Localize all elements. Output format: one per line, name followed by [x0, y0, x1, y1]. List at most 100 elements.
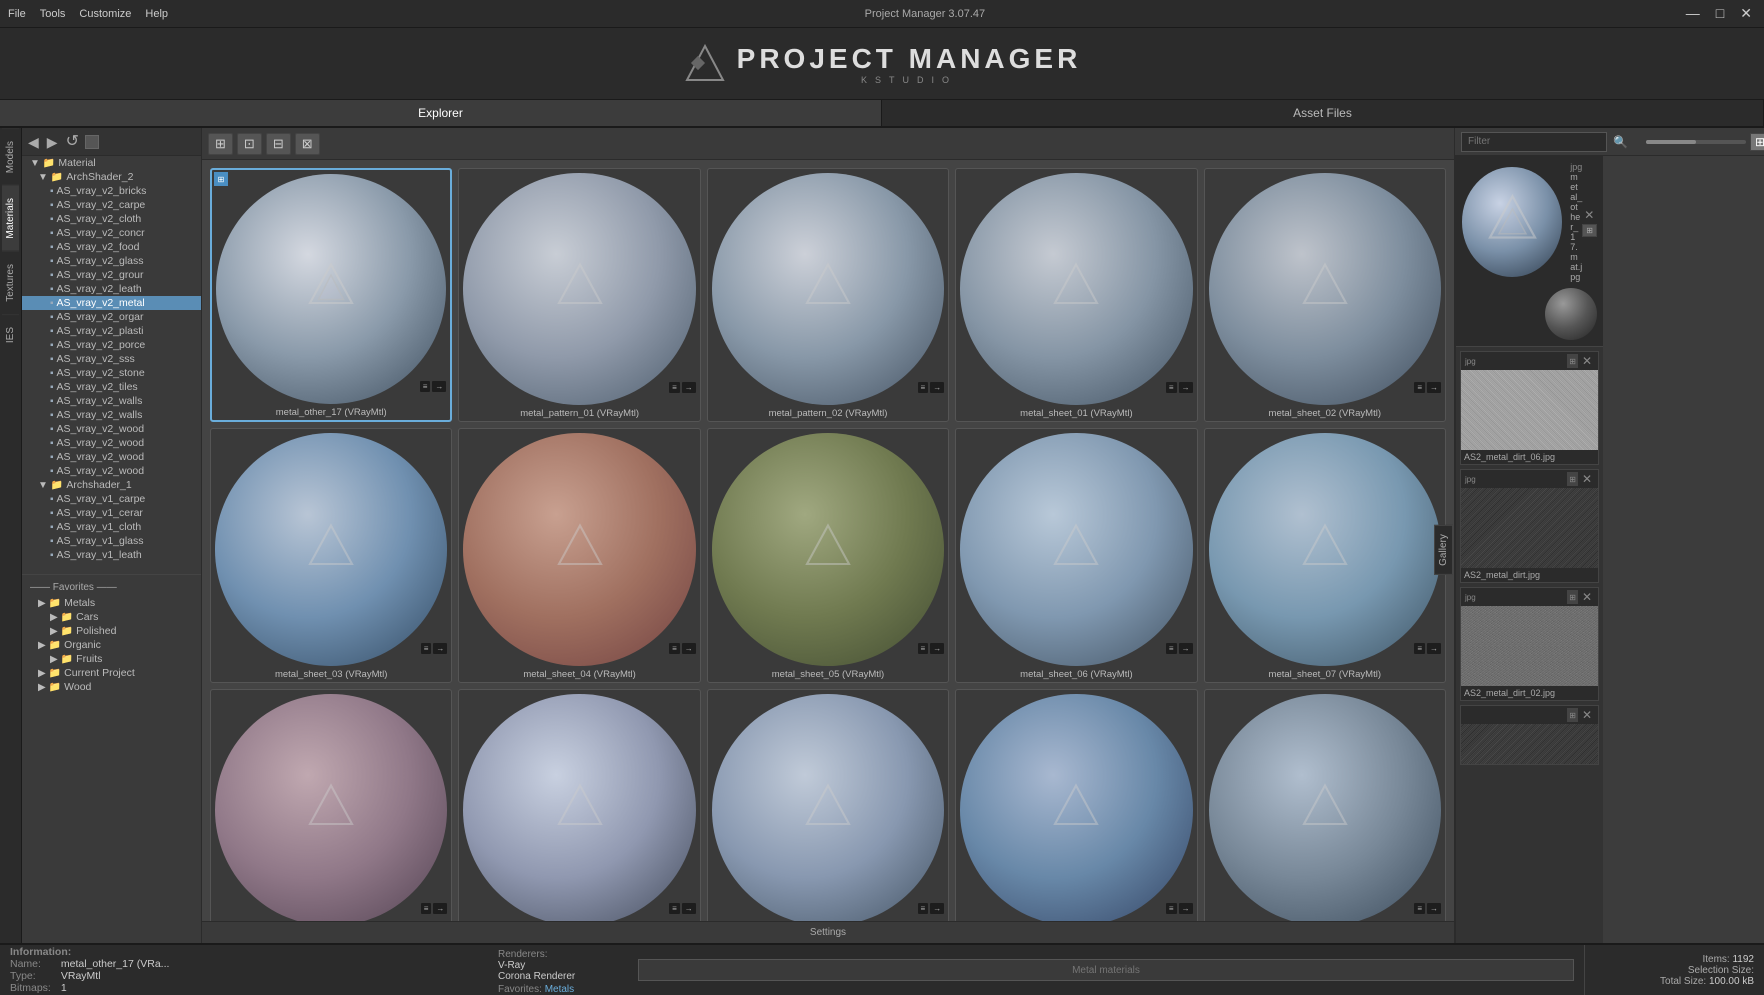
tree-walls2[interactable]: ▪ AS_vray_v2_walls: [22, 408, 201, 422]
tree-v1glass[interactable]: ▪ AS_vray_v1_glass: [22, 534, 201, 548]
menu-help[interactable]: Help: [145, 8, 168, 20]
tree-wood1[interactable]: ▪ AS_vray_v2_wood: [22, 422, 201, 436]
card-menu-2[interactable]: ≡: [918, 382, 929, 393]
material-card-7[interactable]: ≡→ metal_sheet_05 (VRayMtl): [707, 428, 949, 682]
sidebar-tab-textures[interactable]: Textures: [2, 251, 19, 314]
card-menu-14[interactable]: ≡: [1414, 903, 1425, 914]
tree-wood4[interactable]: ▪ AS_vray_v2_wood: [22, 464, 201, 478]
card-menu-4[interactable]: ≡: [1414, 382, 1425, 393]
card-arrow-9[interactable]: →: [1427, 643, 1441, 654]
card-arrow-11[interactable]: →: [682, 903, 696, 914]
gallery-item-3[interactable]: jpg ⊞ ✕ AS2_metal_dirt_02.jpg: [1460, 587, 1599, 701]
card-arrow-2[interactable]: →: [930, 382, 944, 393]
tab-asset-files[interactable]: Asset Files: [882, 100, 1764, 126]
status-favorites-value[interactable]: Metals: [545, 984, 574, 995]
material-card-0[interactable]: ⊞ ≡ → metal_other_17 (VRayMtl): [210, 168, 452, 422]
nav-back-btn[interactable]: ◀: [26, 133, 41, 151]
tree-archshader2[interactable]: ▼ 📁 ArchShader_2: [22, 170, 201, 184]
filter-input[interactable]: [1461, 132, 1607, 152]
tree-bricks[interactable]: ▪ AS_vray_v2_bricks: [22, 184, 201, 198]
material-card-2[interactable]: ≡→ metal_pattern_02 (VRayMtl): [707, 168, 949, 422]
tree-fav-fruits[interactable]: ▶ 📁 Fruits: [22, 652, 201, 666]
card-arrow-6[interactable]: →: [682, 643, 696, 654]
card-arrow-4[interactable]: →: [1427, 382, 1441, 393]
material-card-4[interactable]: ≡→ metal_sheet_02 (VRayMtl): [1204, 168, 1446, 422]
tree-food[interactable]: ▪ AS_vray_v2_food: [22, 240, 201, 254]
nav-forward-btn[interactable]: ▶: [45, 133, 60, 151]
tree-v1carpet[interactable]: ▪ AS_vray_v1_carpe: [22, 492, 201, 506]
tree-fav-organic[interactable]: ▶ 📁 Organic: [22, 638, 201, 652]
nav-home-icon[interactable]: [85, 135, 99, 149]
gallery-item-1-close[interactable]: ✕: [1580, 354, 1594, 368]
sidebar-tab-materials[interactable]: Materials: [2, 185, 19, 251]
slider-track[interactable]: [1646, 140, 1746, 144]
card-arrow-7[interactable]: →: [930, 643, 944, 654]
tree-glass[interactable]: ▪ AS_vray_v2_glass: [22, 254, 201, 268]
grid-view-btn[interactable]: ⊞: [1750, 133, 1764, 151]
gallery-item-2-grid-btn[interactable]: ⊞: [1567, 472, 1578, 486]
gallery-item-3-close[interactable]: ✕: [1580, 590, 1594, 604]
material-card-8[interactable]: ≡→ metal_sheet_06 (VRayMtl): [955, 428, 1197, 682]
tree-walls1[interactable]: ▪ AS_vray_v2_walls: [22, 394, 201, 408]
material-card-5[interactable]: ≡→ metal_sheet_03 (VRayMtl): [210, 428, 452, 682]
tree-archshader1[interactable]: ▼ 📁 Archshader_1: [22, 478, 201, 492]
gallery-tab[interactable]: Gallery: [1434, 525, 1453, 575]
tree-cloth[interactable]: ▪ AS_vray_v2_cloth: [22, 212, 201, 226]
minimize-btn[interactable]: —: [1682, 5, 1704, 22]
card-arrow-13[interactable]: →: [1179, 903, 1193, 914]
card-arrow-1[interactable]: →: [682, 382, 696, 393]
tree-organic[interactable]: ▪ AS_vray_v2_orgar: [22, 310, 201, 324]
card-menu-3[interactable]: ≡: [1166, 382, 1177, 393]
gallery-item-2-close[interactable]: ✕: [1580, 472, 1594, 486]
tree-v1cloth[interactable]: ▪ AS_vray_v1_cloth: [22, 520, 201, 534]
gallery-item-4[interactable]: ⊞ ✕: [1460, 705, 1599, 765]
tab-explorer[interactable]: Explorer: [0, 100, 882, 126]
tree-wood2[interactable]: ▪ AS_vray_v2_wood: [22, 436, 201, 450]
card-arrow-5[interactable]: →: [433, 643, 447, 654]
card-menu-0[interactable]: ≡: [420, 381, 431, 392]
status-search-input[interactable]: [638, 959, 1574, 981]
tree-metal[interactable]: ▪ AS_vray_v2_metal: [22, 296, 201, 310]
card-arrow-8[interactable]: →: [1179, 643, 1193, 654]
sidebar-tab-ies[interactable]: IES: [2, 314, 19, 355]
material-card-12[interactable]: ≡→ metal_sheet_10 (VRayMtl): [707, 689, 949, 921]
tree-ground[interactable]: ▪ AS_vray_v2_grour: [22, 268, 201, 282]
tree-fav-current[interactable]: ▶ 📁 Current Project: [22, 666, 201, 680]
material-card-11[interactable]: ≡→ metal_sheet_09 (VRayMtl): [458, 689, 700, 921]
tree-carpet[interactable]: ▪ AS_vray_v2_carpe: [22, 198, 201, 212]
gallery-item-4-close[interactable]: ✕: [1580, 708, 1594, 722]
tree-tiles[interactable]: ▪ AS_vray_v2_tiles: [22, 380, 201, 394]
preview-grid-btn[interactable]: ⊞: [1582, 224, 1597, 237]
gallery-item-1[interactable]: jpg ⊞ ✕ AS2_metal_dirt_06.jpg: [1460, 351, 1599, 465]
card-menu-10[interactable]: ≡: [421, 903, 432, 914]
nav-refresh-btn[interactable]: ↺: [64, 132, 81, 152]
card-arrow-0[interactable]: →: [432, 381, 446, 392]
gallery-item-4-grid-btn[interactable]: ⊞: [1567, 708, 1578, 722]
card-menu-8[interactable]: ≡: [1166, 643, 1177, 654]
card-menu-9[interactable]: ≡: [1414, 643, 1425, 654]
tree-root[interactable]: ▼ 📁 Material: [22, 156, 201, 170]
material-card-3[interactable]: ≡→ metal_sheet_01 (VRayMtl): [955, 168, 1197, 422]
card-arrow-10[interactable]: →: [433, 903, 447, 914]
tree-v1leath[interactable]: ▪ AS_vray_v1_leath: [22, 548, 201, 562]
card-menu-13[interactable]: ≡: [1166, 903, 1177, 914]
card-menu-11[interactable]: ≡: [669, 903, 680, 914]
tree-fav-cars[interactable]: ▶ 📁 Cars: [22, 610, 201, 624]
toolbar-btn-1[interactable]: ⊞: [208, 133, 233, 155]
close-btn[interactable]: ✕: [1736, 5, 1756, 22]
card-menu-6[interactable]: ≡: [669, 643, 680, 654]
material-card-9[interactable]: ≡→ metal_sheet_07 (VRayMtl): [1204, 428, 1446, 682]
toolbar-btn-3[interactable]: ⊟: [266, 133, 291, 155]
tree-leather[interactable]: ▪ AS_vray_v2_leath: [22, 282, 201, 296]
material-card-6[interactable]: ≡→ metal_sheet_04 (VRayMtl): [458, 428, 700, 682]
preview-close-btn[interactable]: ✕: [1582, 208, 1597, 222]
material-card-1[interactable]: ≡→ metal_pattern_01 (VRayMtl): [458, 168, 700, 422]
card-menu-7[interactable]: ≡: [918, 643, 929, 654]
gallery-item-3-grid-btn[interactable]: ⊞: [1567, 590, 1578, 604]
tree-fav-metals[interactable]: ▶ 📁 Metals: [22, 596, 201, 610]
restore-btn[interactable]: □: [1712, 5, 1728, 22]
search-btn[interactable]: 🔍: [1611, 134, 1630, 150]
card-arrow-3[interactable]: →: [1179, 382, 1193, 393]
tree-wood3[interactable]: ▪ AS_vray_v2_wood: [22, 450, 201, 464]
gallery-item-2[interactable]: jpg ⊞ ✕ AS2_metal_dirt.jpg: [1460, 469, 1599, 583]
